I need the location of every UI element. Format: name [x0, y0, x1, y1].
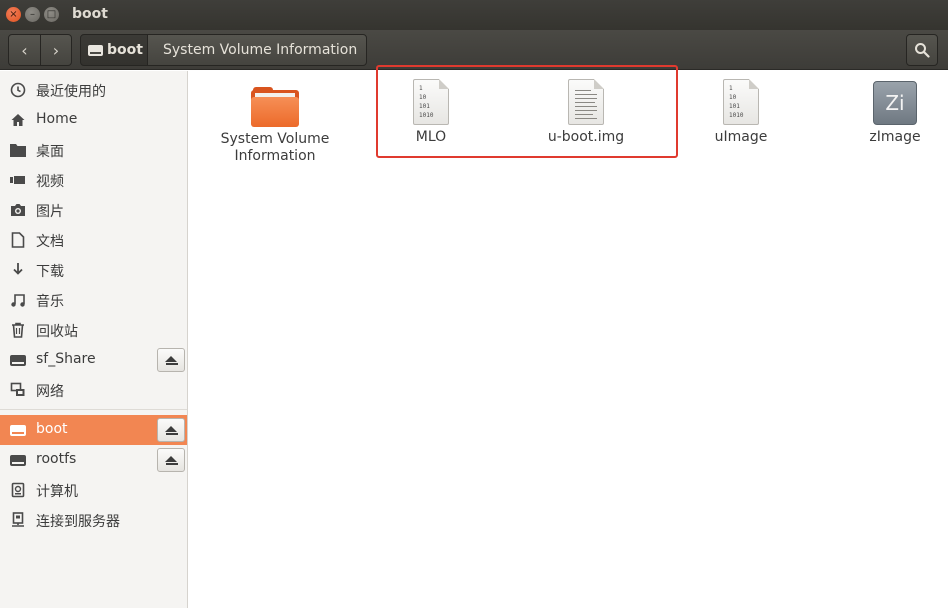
sidebar-item-label: Home [36, 111, 78, 127]
sidebar-item-recent[interactable]: 最近使用的 [0, 75, 187, 105]
file-view: System Volume Information 1 10 101 1010 … [188, 71, 948, 608]
file-name: MLO [415, 129, 447, 145]
sidebar-divider [0, 409, 187, 410]
drive-icon [9, 452, 27, 468]
music-icon [9, 292, 27, 308]
sidebar-item-label: 下载 [36, 264, 64, 280]
sidebar-item-home[interactable]: Home [0, 105, 187, 135]
file-item-u-boot-img[interactable]: u-boot.img [526, 79, 646, 146]
sidebar-item-sf-share[interactable]: sf_Share [0, 345, 187, 375]
file-name: u-boot.img [547, 129, 625, 145]
breadcrumb-boot-label: boot [107, 42, 143, 58]
file-name: uImage [714, 129, 768, 145]
clock-icon [9, 82, 27, 98]
maximize-icon: □ [46, 8, 57, 20]
download-icon [9, 262, 27, 278]
chevron-right-icon: › [52, 40, 60, 60]
sidebar-item-network[interactable]: 网络 [0, 375, 187, 405]
image-file-icon: Zi [873, 81, 917, 125]
eject-rootfs-button[interactable] [157, 448, 185, 472]
camera-icon [9, 202, 27, 218]
binary-file-icon: 1 10 101 1010 [723, 79, 759, 125]
sidebar-item-label: 计算机 [36, 484, 78, 500]
computer-icon [9, 482, 27, 498]
folder-icon [251, 87, 299, 127]
file-item-mlo[interactable]: 1 10 101 1010 MLO [371, 79, 491, 146]
sidebar-item-label: 音乐 [36, 294, 64, 310]
sidebar-item-downloads[interactable]: 下载 [0, 255, 187, 285]
home-icon [9, 112, 27, 128]
window-title: boot [72, 6, 108, 22]
sidebar-item-pictures[interactable]: 图片 [0, 195, 187, 225]
breadcrumb-boot[interactable]: boot [80, 34, 148, 66]
sidebar-item-label: 网络 [36, 384, 64, 400]
minimize-window-button[interactable]: – [25, 7, 40, 22]
sidebar-item-connect-server[interactable]: 连接到服务器 [0, 505, 187, 535]
title-bar: × – □ boot [0, 0, 948, 30]
sidebar-item-label: 回收站 [36, 324, 78, 340]
eject-icon [165, 425, 177, 432]
drive-icon [9, 422, 27, 438]
sidebar-item-desktop[interactable]: 桌面 [0, 135, 187, 165]
text-file-icon [568, 79, 604, 125]
sidebar-item-computer[interactable]: 计算机 [0, 475, 187, 505]
network-icon [9, 382, 27, 398]
video-icon [9, 172, 27, 188]
sidebar-item-label: 最近使用的 [36, 84, 106, 100]
breadcrumb-svi-label: System Volume Information [163, 42, 358, 58]
sidebar-item-label: boot [36, 421, 68, 437]
file-item-uimage[interactable]: 1 10 101 1010 uImage [681, 79, 801, 146]
drive-icon [9, 352, 27, 368]
sidebar-item-label: 桌面 [36, 144, 64, 160]
maximize-window-button[interactable]: □ [44, 7, 59, 22]
eject-icon [165, 455, 177, 462]
sidebar-item-boot[interactable]: boot [0, 415, 187, 445]
server-icon [9, 512, 27, 528]
eject-icon [165, 355, 177, 362]
eject-sf-share-button[interactable] [157, 348, 185, 372]
breadcrumb-system-volume-information[interactable]: System Volume Information [147, 34, 367, 66]
search-button[interactable] [906, 34, 938, 66]
sidebar-item-videos[interactable]: 视频 [0, 165, 187, 195]
binary-file-icon: 1 10 101 1010 [413, 79, 449, 125]
file-item-system-volume-information[interactable]: System Volume Information [215, 83, 335, 165]
sidebar-item-label: rootfs [36, 451, 77, 467]
eject-boot-button[interactable] [157, 418, 185, 442]
trash-icon [9, 322, 27, 338]
sidebar-item-trash[interactable]: 回收站 [0, 315, 187, 345]
document-icon [9, 232, 27, 248]
sidebar-item-label: sf_Share [36, 351, 96, 367]
sidebar-item-label: 图片 [36, 204, 64, 220]
close-window-button[interactable]: × [6, 7, 21, 22]
sidebar-item-label: 连接到服务器 [36, 514, 120, 530]
chevron-left-icon: ‹ [21, 40, 28, 60]
file-item-zimage[interactable]: Zi zImage [835, 81, 948, 146]
sidebar-item-rootfs[interactable]: rootfs [0, 445, 187, 475]
sidebar-item-label: 视频 [36, 174, 64, 190]
sidebar-item-documents[interactable]: 文档 [0, 225, 187, 255]
close-icon: × [9, 8, 18, 20]
file-name: System Volume Information [220, 131, 330, 164]
forward-button[interactable]: › [39, 35, 71, 65]
navigation-buttons: ‹ › [8, 34, 72, 66]
search-icon [915, 43, 930, 58]
sidebar-item-music[interactable]: 音乐 [0, 285, 187, 315]
sidebar: 最近使用的 Home 桌面 视频 图片 文档 下载 音乐 回收站 sf_Shar… [0, 71, 188, 608]
drive-icon [88, 44, 103, 56]
back-button[interactable]: ‹ [9, 35, 40, 65]
minimize-icon: – [30, 8, 35, 20]
file-name: zImage [869, 129, 921, 145]
toolbar: ‹ › boot System Volume Information [0, 30, 948, 70]
sidebar-item-label: 文档 [36, 234, 64, 250]
desktop-folder-icon [9, 142, 27, 158]
